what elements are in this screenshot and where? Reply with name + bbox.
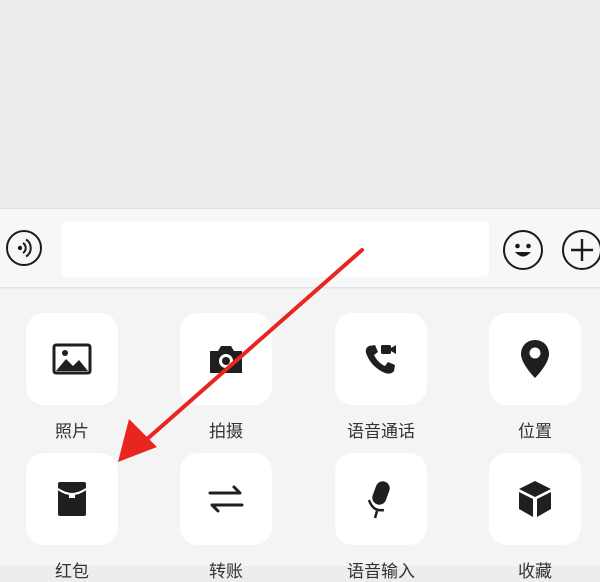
emoji-button[interactable] xyxy=(503,230,543,270)
chat-message-area xyxy=(0,0,600,208)
red-packet-icon xyxy=(57,482,87,516)
tools-panel: 照片 拍摄 语音通话 位置 红包 转账 语音输入 收藏 xyxy=(0,289,600,582)
tool-red-packet[interactable]: 红包 xyxy=(26,453,118,582)
plus-icon xyxy=(571,239,593,261)
tool-voice-input-tile[interactable] xyxy=(335,453,427,545)
phone-video-icon xyxy=(365,345,396,374)
tool-label: 照片 xyxy=(55,422,89,442)
tool-camera[interactable]: 拍摄 xyxy=(180,313,272,442)
tool-label: 语音通话 xyxy=(347,422,415,442)
tool-photo[interactable]: 照片 xyxy=(26,313,118,442)
smiley-icon xyxy=(515,243,531,257)
camera-icon xyxy=(210,346,242,373)
tool-camera-tile[interactable] xyxy=(180,313,272,405)
cube-icon xyxy=(519,481,551,517)
tool-label: 收藏 xyxy=(518,562,552,582)
tool-voice-call[interactable]: 语音通话 xyxy=(335,313,427,442)
message-input[interactable] xyxy=(61,221,489,277)
image-icon xyxy=(52,343,92,375)
tool-red-packet-tile[interactable] xyxy=(26,453,118,545)
tool-transfer[interactable]: 转账 xyxy=(180,453,272,582)
voice-mode-button[interactable] xyxy=(6,230,42,266)
tool-transfer-tile[interactable] xyxy=(180,453,272,545)
input-bar xyxy=(0,208,600,288)
tool-label: 语音输入 xyxy=(347,562,415,582)
transfer-arrows-icon xyxy=(208,485,244,513)
tool-label: 转账 xyxy=(209,562,243,582)
tool-favorites-tile[interactable] xyxy=(489,453,581,545)
tool-voice-input[interactable]: 语音输入 xyxy=(335,453,427,582)
tool-label: 红包 xyxy=(55,562,89,582)
microphone-icon xyxy=(367,481,390,519)
voice-wave-icon xyxy=(17,238,32,258)
tool-location[interactable]: 位置 xyxy=(489,313,581,442)
tool-voice-call-tile[interactable] xyxy=(335,313,427,405)
tool-photo-tile[interactable] xyxy=(26,313,118,405)
more-button[interactable] xyxy=(562,230,600,270)
tool-label: 拍摄 xyxy=(209,422,243,442)
tool-favorites[interactable]: 收藏 xyxy=(489,453,581,582)
tool-label: 位置 xyxy=(518,422,552,442)
location-pin-icon xyxy=(521,340,549,378)
tool-location-tile[interactable] xyxy=(489,313,581,405)
